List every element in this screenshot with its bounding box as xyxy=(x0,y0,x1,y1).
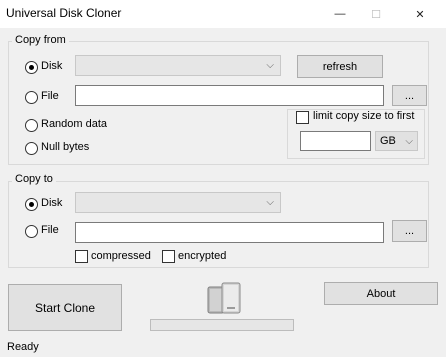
source-disk-select[interactable]: ⌵ xyxy=(75,55,281,76)
compressed-label: compressed xyxy=(91,250,151,262)
close-icon: ✕ xyxy=(415,8,425,21)
maximize-icon: ☐ xyxy=(371,8,381,21)
source-file-radio[interactable] xyxy=(25,91,38,104)
size-unit-value: GB xyxy=(380,135,396,147)
chevron-down-icon: ⌵ xyxy=(405,136,413,147)
source-disk-label: Disk xyxy=(41,60,63,72)
status-text: Ready xyxy=(7,341,39,353)
chevron-down-icon: ⌵ xyxy=(266,60,274,71)
maximize-button: ☐ xyxy=(361,0,391,28)
limit-size-input[interactable] xyxy=(300,131,371,151)
limit-size-checkbox[interactable] xyxy=(296,111,309,124)
target-disk-radio[interactable] xyxy=(25,198,38,211)
refresh-button[interactable]: refresh xyxy=(297,55,383,78)
disk-clone-icon xyxy=(205,281,245,319)
close-button[interactable]: ✕ xyxy=(405,0,435,28)
clone-progress-bar xyxy=(150,319,294,331)
start-clone-button[interactable]: Start Clone xyxy=(8,284,122,331)
chevron-down-icon: ⌵ xyxy=(266,197,274,208)
minimize-icon: — xyxy=(334,8,346,20)
compressed-checkbox[interactable] xyxy=(75,250,88,263)
source-browse-button[interactable]: ... xyxy=(392,85,427,106)
random-data-label: Random data xyxy=(41,118,108,130)
target-file-label: File xyxy=(41,224,59,236)
target-browse-button[interactable]: ... xyxy=(392,220,427,242)
null-bytes-label: Null bytes xyxy=(41,141,90,153)
source-file-input[interactable] xyxy=(75,85,384,106)
target-disk-label: Disk xyxy=(41,197,63,209)
random-data-radio[interactable] xyxy=(25,119,38,132)
target-file-input[interactable] xyxy=(75,222,384,243)
source-file-label: File xyxy=(41,90,59,102)
limit-size-label: limit copy size to first xyxy=(313,110,415,122)
window-title: Universal Disk Cloner xyxy=(6,6,122,20)
encrypted-checkbox[interactable] xyxy=(162,250,175,263)
minimize-button[interactable]: — xyxy=(325,0,355,28)
size-unit-select[interactable]: GB ⌵ xyxy=(375,131,418,151)
target-disk-select[interactable]: ⌵ xyxy=(75,192,281,213)
null-bytes-radio[interactable] xyxy=(25,142,38,155)
about-button[interactable]: About xyxy=(324,282,438,305)
encrypted-label: encrypted xyxy=(178,250,227,262)
target-file-radio[interactable] xyxy=(25,225,38,238)
copy-to-legend: Copy to xyxy=(12,173,56,185)
copy-from-legend: Copy from xyxy=(12,34,69,46)
source-disk-radio[interactable] xyxy=(25,61,38,74)
